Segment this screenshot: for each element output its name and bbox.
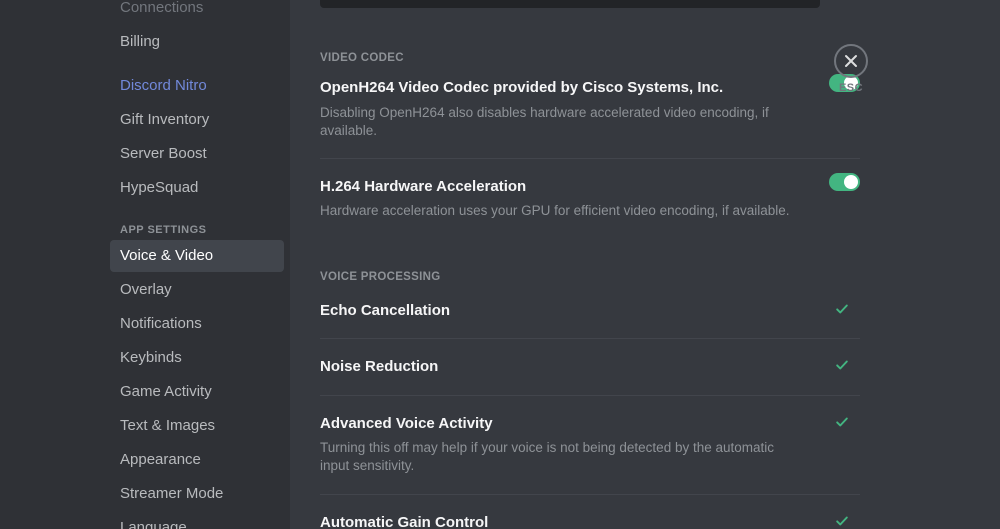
cutoff-element	[320, 0, 820, 8]
setting-desc: Hardware acceleration uses your GPU for …	[320, 202, 800, 220]
checkbox-automatic-gain-control[interactable]	[834, 513, 850, 529]
setting-title: Noise Reduction	[320, 357, 860, 377]
sidebar-item-overlay[interactable]: Overlay	[110, 274, 284, 306]
setting-echo-cancellation: Echo Cancellation	[320, 291, 860, 339]
setting-title: OpenH264 Video Codec provided by Cisco S…	[320, 78, 860, 98]
sidebar-item-game-activity[interactable]: Game Activity	[110, 376, 284, 408]
checkbox-echo-cancellation[interactable]	[834, 301, 850, 317]
sidebar-item-notifications[interactable]: Notifications	[110, 308, 284, 340]
settings-content: VIDEO CODEC OpenH264 Video Codec provide…	[290, 0, 1000, 529]
sidebar-item-voice-video[interactable]: Voice & Video	[110, 240, 284, 272]
sidebar-item-text-images[interactable]: Text & Images	[110, 410, 284, 442]
settings-sidebar: Connections Billing Discord Nitro Gift I…	[0, 0, 290, 529]
checkbox-advanced-voice-activity[interactable]	[834, 414, 850, 430]
sidebar-item-appearance[interactable]: Appearance	[110, 444, 284, 476]
setting-desc: Turning this off may help if your voice …	[320, 439, 800, 475]
sidebar-item-server-boost[interactable]: Server Boost	[110, 138, 284, 170]
section-header-voice-processing: VOICE PROCESSING	[320, 271, 860, 283]
setting-title: Advanced Voice Activity	[320, 414, 860, 434]
close-button[interactable]	[834, 44, 868, 78]
sidebar-item-keybinds[interactable]: Keybinds	[110, 342, 284, 374]
setting-title: Echo Cancellation	[320, 301, 860, 321]
setting-hwaccel: H.264 Hardware Acceleration Hardware acc…	[320, 159, 860, 239]
setting-noise-reduction: Noise Reduction	[320, 339, 860, 395]
sidebar-item-streamer-mode[interactable]: Streamer Mode	[110, 478, 284, 510]
sidebar-item-language[interactable]: Language	[110, 512, 284, 529]
setting-title: Automatic Gain Control	[320, 513, 860, 529]
section-header-video-codec: VIDEO CODEC	[320, 52, 860, 64]
close-settings: ESC	[834, 44, 868, 94]
sidebar-item-gift-inventory[interactable]: Gift Inventory	[110, 104, 284, 136]
sidebar-item-hypesquad[interactable]: HypeSquad	[110, 172, 284, 204]
sidebar-header-app-settings: APP SETTINGS	[110, 206, 284, 240]
setting-title: H.264 Hardware Acceleration	[320, 177, 860, 197]
checkbox-noise-reduction[interactable]	[834, 357, 850, 373]
toggle-hwaccel[interactable]	[829, 173, 860, 191]
setting-desc: Disabling OpenH264 also disables hardwar…	[320, 104, 800, 140]
esc-label: ESC	[834, 82, 868, 94]
sidebar-item-discord-nitro[interactable]: Discord Nitro	[110, 70, 284, 102]
setting-advanced-voice-activity: Advanced Voice Activity Turning this off…	[320, 396, 860, 494]
setting-openh264: OpenH264 Video Codec provided by Cisco S…	[320, 72, 860, 158]
sidebar-item-billing[interactable]: Billing	[110, 26, 284, 58]
setting-automatic-gain-control: Automatic Gain Control	[320, 495, 860, 529]
sidebar-item-connections[interactable]: Connections	[110, 0, 284, 24]
